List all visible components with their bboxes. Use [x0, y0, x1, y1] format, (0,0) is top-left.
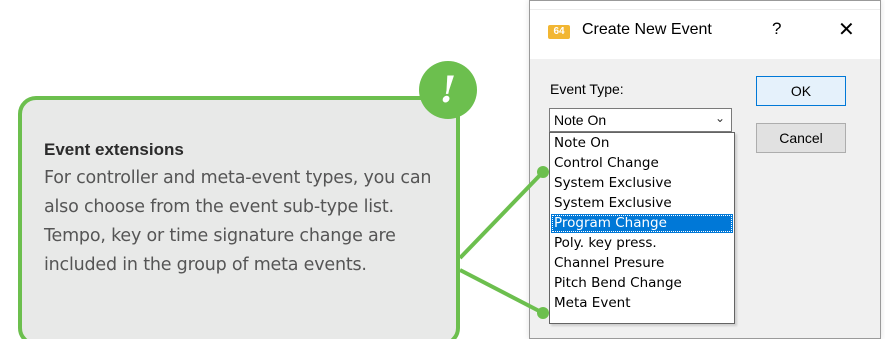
help-button[interactable]: ? — [772, 19, 781, 39]
list-item-program-change[interactable]: Program Change — [551, 214, 733, 233]
exclamation-icon: ! — [419, 61, 477, 119]
event-type-select-value: Note On — [554, 112, 607, 128]
stage: Event extensions For controller and meta… — [0, 0, 885, 339]
callout-body: For controller and meta-event types, you… — [44, 168, 432, 275]
ok-button[interactable]: OK — [756, 76, 846, 106]
list-item-pitch-bend-change[interactable]: Pitch Bend Change — [551, 274, 733, 293]
app-icon: 64 — [548, 25, 570, 39]
titlebar-strip — [530, 1, 880, 10]
event-type-label: Event Type: — [550, 81, 624, 97]
event-type-dropdown-list: Note On Control Change System Exclusive … — [549, 132, 735, 324]
cancel-button[interactable]: Cancel — [756, 123, 846, 153]
dialog-title: Create New Event — [582, 21, 712, 38]
list-item-note-on[interactable]: Note On — [551, 134, 733, 153]
list-item-system-exclusive-2[interactable]: System Exclusive — [551, 194, 733, 213]
list-item-control-change[interactable]: Control Change — [551, 154, 733, 173]
list-item-channel-presure[interactable]: Channel Presure — [551, 254, 733, 273]
list-item-system-exclusive[interactable]: System Exclusive — [551, 174, 733, 193]
list-item-poly-key-press[interactable]: Poly. key press. — [551, 234, 733, 253]
chevron-down-icon: ⌄ — [714, 111, 725, 125]
create-event-dialog: 64 Create New Event ? ✕ Event Type: Note… — [529, 0, 881, 339]
close-button[interactable]: ✕ — [838, 17, 855, 41]
callout-title: Event extensions — [44, 140, 184, 159]
event-type-select[interactable]: Note On ⌄ — [549, 108, 732, 132]
list-item-meta-event[interactable]: Meta Event — [551, 294, 733, 313]
